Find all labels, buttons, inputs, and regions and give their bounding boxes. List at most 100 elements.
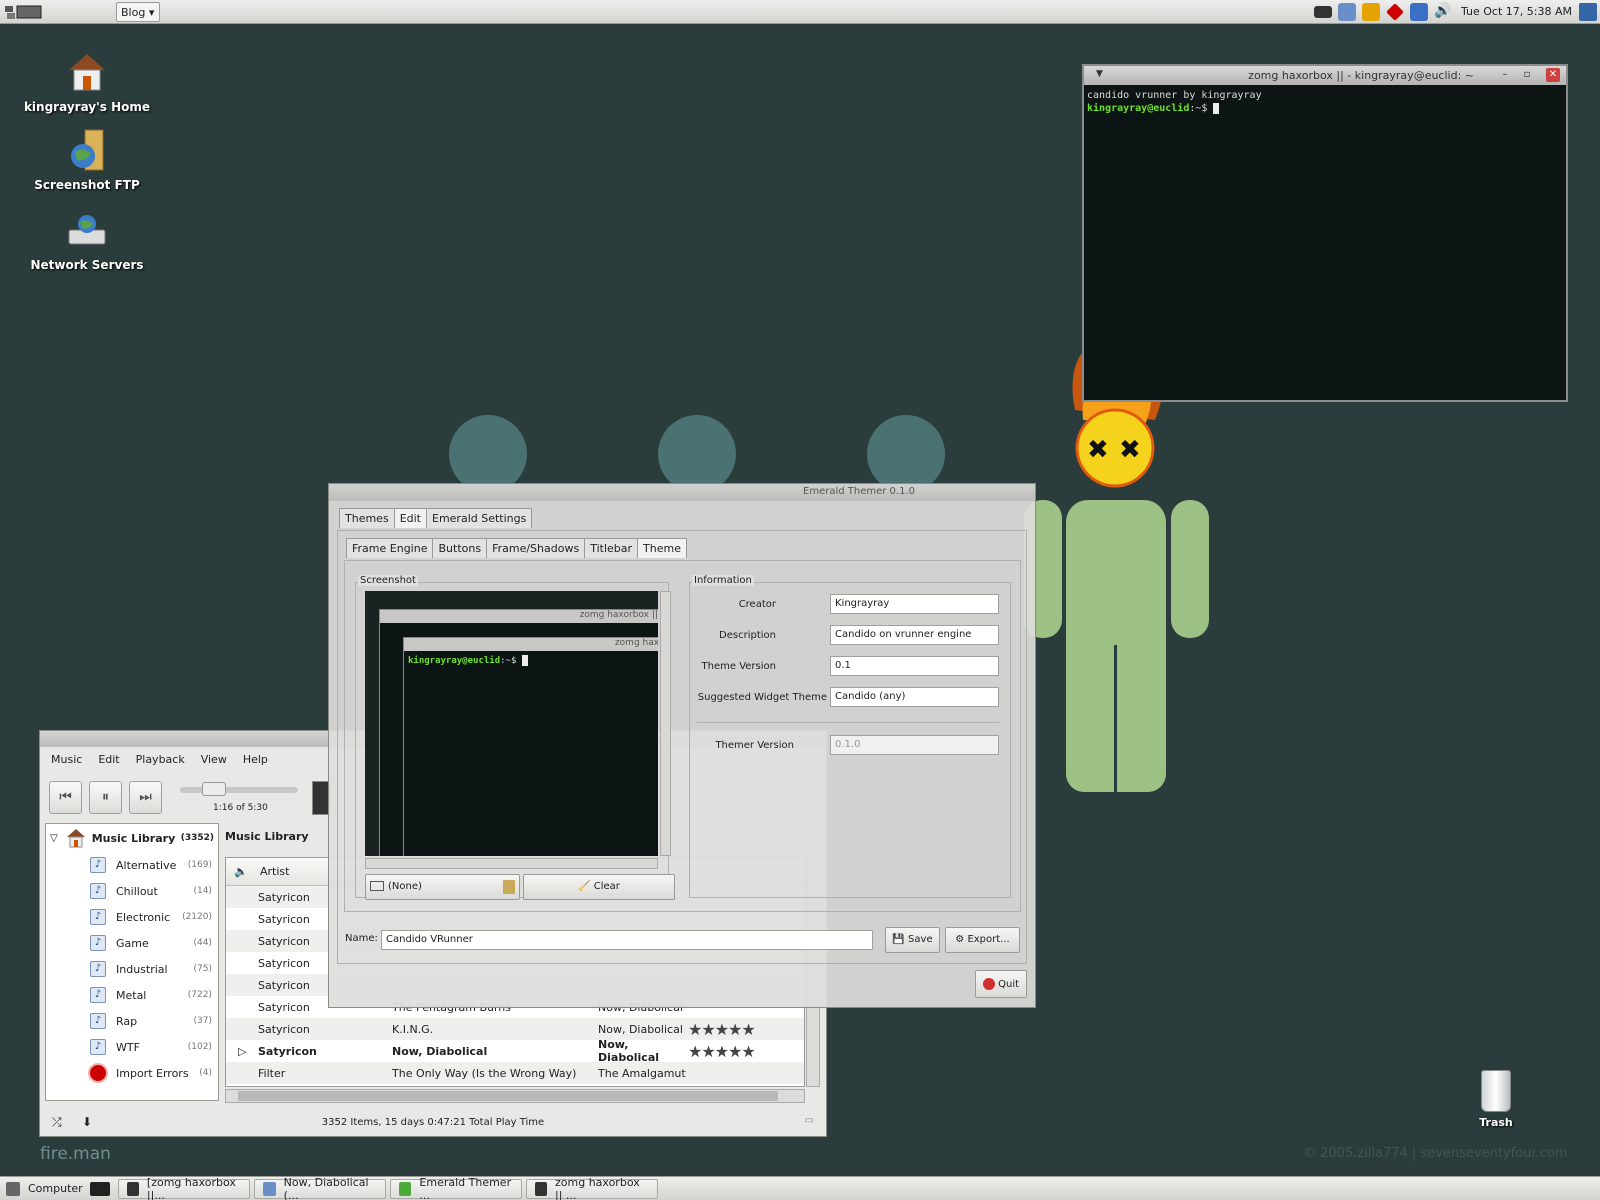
top-panel: Blog ▾ 🔊 Tue Oct 17, 5:38 AM: [0, 0, 1600, 24]
terminal-title: zomg haxorbox || - kingrayray@euclid: ~: [1248, 69, 1474, 82]
menu-edit[interactable]: Edit: [98, 753, 119, 766]
gmail-icon[interactable]: [1410, 3, 1428, 21]
menu-playback[interactable]: Playback: [136, 753, 185, 766]
ftp-desktop-icon[interactable]: Screenshot FTP: [17, 128, 157, 192]
playlist-item[interactable]: ♪ Alternative (169): [46, 852, 218, 878]
image-select-button[interactable]: (None): [365, 874, 520, 900]
save-button[interactable]: 💾 Save: [885, 927, 940, 953]
playlist-item[interactable]: ♪ Industrial (75): [46, 956, 218, 982]
screen-icon[interactable]: [1314, 6, 1332, 18]
bottom-panel: Computer [zomg haxorbox ||... Now, Diabo…: [0, 1176, 1600, 1200]
menu-view[interactable]: View: [201, 753, 227, 766]
terminal-prompt: kingrayray@euclid: [1087, 103, 1190, 114]
music-sidebar: ▽ Music Library (3352) ♪ Alternative (169)…: [45, 823, 219, 1101]
terminal-icon: [127, 1181, 139, 1196]
emerald-titlebar[interactable]: Emerald Themer 0.1.0: [329, 484, 1035, 501]
browser-toggle-icon[interactable]: ▭: [805, 1115, 814, 1126]
playlist-item[interactable]: ♪ Chillout (14): [46, 878, 218, 904]
computer-menu-button[interactable]: Computer: [6, 1181, 86, 1196]
playlist-item[interactable]: ♪ Metal (722): [46, 982, 218, 1008]
rating-cell[interactable]: ★★★★★: [688, 1020, 756, 1039]
tab-buttons[interactable]: Buttons: [432, 538, 488, 558]
main-menu-icon[interactable]: [4, 4, 44, 20]
terminal-window[interactable]: ▼ zomg haxorbox || - kingrayray@euclid: …: [1082, 64, 1568, 402]
creator-field[interactable]: Kingrayray: [830, 594, 999, 614]
minimize-icon[interactable]: –: [1498, 68, 1512, 82]
table-row-playing[interactable]: ▷ Satyricon Now, Diabolical Now, Diabolical…: [226, 1038, 804, 1064]
playlist-item[interactable]: ♪ Rap (37): [46, 1008, 218, 1034]
tab-theme[interactable]: Theme: [637, 538, 687, 558]
seek-slider[interactable]: [180, 782, 298, 796]
playlist-note-icon: ♪: [90, 961, 106, 977]
menu-help[interactable]: Help: [243, 753, 268, 766]
playlist-item[interactable]: ♪ WTF (102): [46, 1034, 218, 1060]
title-cell: Now, Diabolical: [392, 1044, 488, 1058]
quit-button[interactable]: Quit: [975, 970, 1027, 998]
playlist-item[interactable]: ♪ Electronic (2120): [46, 904, 218, 930]
track-horizontal-scrollbar[interactable]: [225, 1089, 805, 1103]
menu-music[interactable]: Music: [51, 753, 82, 766]
music-library-item[interactable]: ▽ Music Library (3352): [46, 824, 218, 852]
pause-button[interactable]: ⏸: [89, 781, 122, 814]
show-desktop-icon[interactable]: [1579, 3, 1597, 21]
playlist-note-icon: ♪: [90, 857, 106, 873]
download-icon[interactable]: ⬇: [82, 1115, 92, 1129]
taskbar-item-label: zomg haxorbox || ...: [555, 1175, 640, 1200]
expander-icon[interactable]: ▽: [50, 833, 58, 844]
tab-frame-shadows[interactable]: Frame/Shadows: [486, 538, 586, 558]
network-desktop-icon[interactable]: Network Servers: [17, 208, 157, 272]
table-row[interactable]: Filter The Only Way (Is the Wrong Way) The…: [226, 1062, 804, 1084]
home-desktop-icon[interactable]: kingrayray's Home: [17, 50, 157, 114]
terminal-titlebar[interactable]: ▼ zomg haxorbox || - kingrayray@euclid: …: [1084, 66, 1566, 85]
clear-button-label: Clear: [593, 881, 620, 892]
clear-button[interactable]: 🧹 Clear: [523, 874, 675, 900]
column-artist[interactable]: Artist: [256, 865, 289, 878]
tab-emerald-settings[interactable]: Emerald Settings: [426, 508, 533, 528]
shuffle-icon[interactable]: ⤮: [52, 1115, 62, 1130]
playlist-note-icon: ♪: [90, 935, 106, 951]
ruby-icon[interactable]: [1386, 3, 1404, 21]
taskbar-item[interactable]: Now, Diabolical (...: [254, 1175, 386, 1200]
taskbar-item[interactable]: [zomg haxorbox ||...: [118, 1176, 250, 1200]
terminal-launcher-icon[interactable]: [90, 1181, 110, 1196]
blog-menu-button[interactable]: Blog ▾: [116, 2, 160, 22]
seek-knob[interactable]: [202, 782, 226, 796]
volume-icon[interactable]: 🔊: [1434, 3, 1452, 21]
clock[interactable]: Tue Oct 17, 5:38 AM: [1461, 5, 1572, 18]
tab-themes[interactable]: Themes: [339, 508, 395, 528]
speaker-icon[interactable]: 🔈: [226, 865, 256, 878]
maximize-icon[interactable]: ▫: [1520, 68, 1534, 82]
previous-button[interactable]: ⏮: [49, 781, 82, 814]
close-icon[interactable]: ✕: [1546, 68, 1560, 82]
window-menu-icon[interactable]: ▼: [1096, 69, 1103, 79]
import-errors-item[interactable]: Import Errors (4): [46, 1060, 218, 1086]
scroll-thumb[interactable]: [238, 1091, 778, 1101]
export-button[interactable]: ⚙ Export...: [945, 927, 1020, 953]
description-field[interactable]: Candido on vrunner engine: [830, 625, 999, 645]
album-cell: The Amalgamut: [598, 1066, 686, 1080]
terminal-output[interactable]: candido vrunner by kingrayray kingrayray…: [1084, 85, 1566, 119]
taskbar-item-label: Emerald Themer ...: [419, 1175, 512, 1200]
widget-theme-field[interactable]: Candido (any): [830, 687, 999, 707]
name-input[interactable]: Candido VRunner: [381, 930, 873, 950]
tab-titlebar[interactable]: Titlebar: [584, 538, 639, 558]
tab-frame-engine[interactable]: Frame Engine: [346, 538, 434, 558]
buddy-icon[interactable]: [1362, 3, 1380, 21]
wallpaper-head: [867, 415, 945, 493]
pidgin-icon[interactable]: [1338, 3, 1356, 21]
rating-cell[interactable]: ★★★★★: [688, 1042, 756, 1061]
theme-version-field[interactable]: 0.1: [830, 656, 999, 676]
table-row[interactable]: Satyricon K.I.N.G. Now, Diabolical ★★★★★: [226, 1018, 804, 1040]
playlist-item[interactable]: ♪ Game (44): [46, 930, 218, 956]
fireman-leg-gap: [1114, 645, 1117, 792]
taskbar-item[interactable]: Emerald Themer ...: [390, 1175, 522, 1200]
tab-edit[interactable]: Edit: [393, 508, 427, 528]
emerald-themer-window[interactable]: Emerald Themer 0.1.0 Themes Edit Emerald…: [328, 483, 1036, 1008]
taskbar-item[interactable]: zomg haxorbox || ...: [526, 1175, 658, 1200]
playlist-list: ♪ Alternative (169) ♪ Chillout (14) ♪ Electro…: [46, 852, 218, 1086]
trash-desktop-icon[interactable]: Trash: [1456, 1070, 1536, 1129]
screenshot-hscroll[interactable]: [365, 858, 658, 869]
next-button[interactable]: ⏭: [129, 781, 162, 814]
taskbar-item-label: Now, Diabolical (...: [283, 1175, 369, 1200]
album-cell: Now, Diabolical: [598, 1022, 683, 1036]
